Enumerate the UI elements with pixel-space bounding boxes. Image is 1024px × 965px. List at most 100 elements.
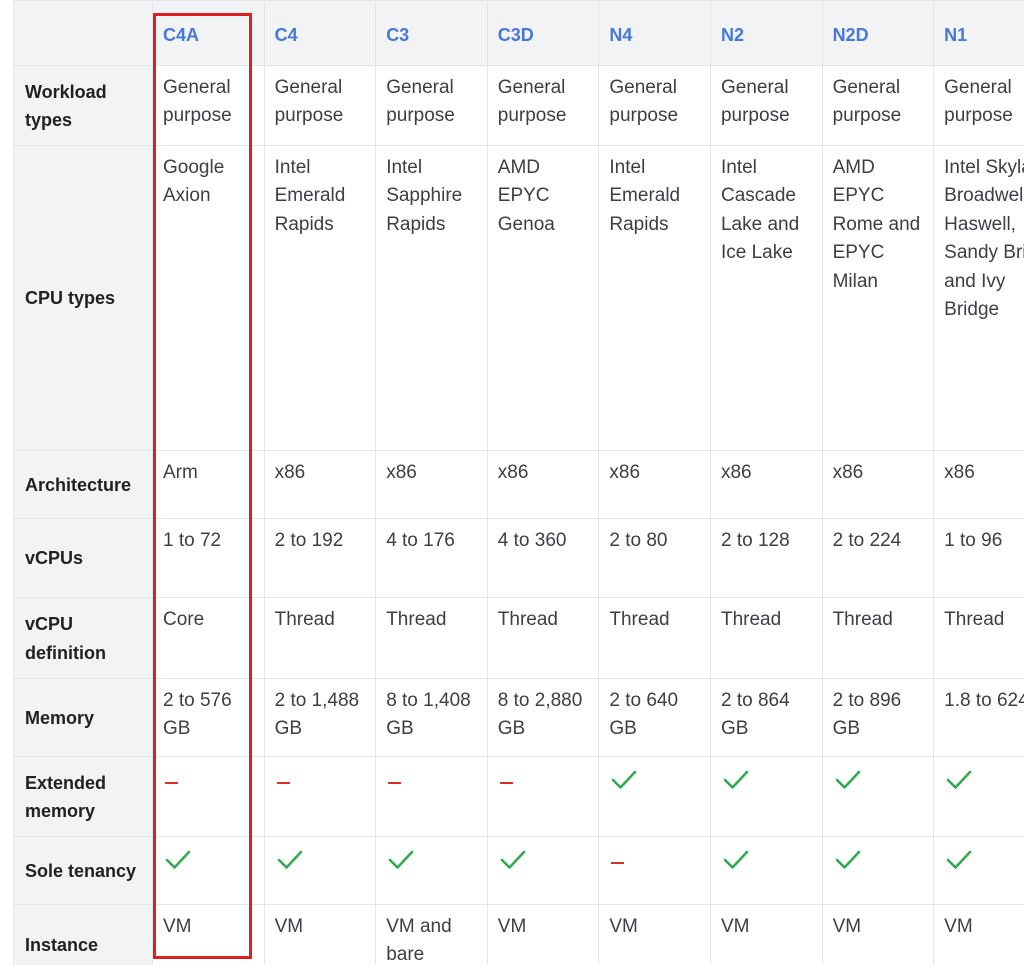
table-cell: 8 to 2,880 GB bbox=[486, 677, 600, 757]
column-header-n2: N2 bbox=[709, 0, 823, 66]
check-icon bbox=[946, 769, 972, 791]
table-cell bbox=[375, 755, 488, 837]
table-cell: 2 to 80 bbox=[598, 517, 711, 598]
table-cell: VM bbox=[152, 903, 265, 965]
check-icon bbox=[835, 769, 861, 791]
table-cell bbox=[263, 755, 377, 837]
table-cell: Thread bbox=[486, 596, 600, 679]
table-cell bbox=[486, 755, 600, 837]
table-cell: 2 to 224 bbox=[821, 517, 935, 598]
check-icon bbox=[723, 769, 749, 791]
table-cell: Intel Emerald Rapids bbox=[598, 144, 711, 451]
table-cell: x86 bbox=[263, 449, 377, 519]
table-cell: Intel Skylake, Broadwell, Haswell, Sandy… bbox=[933, 144, 1024, 451]
table-cell bbox=[933, 755, 1024, 837]
table-cell: 4 to 360 bbox=[486, 517, 600, 598]
column-header-c3d: C3D bbox=[486, 0, 600, 66]
table-cell: Thread bbox=[709, 596, 823, 679]
table-cell: x86 bbox=[598, 449, 711, 519]
table-cell: 1.8 to 624 GB bbox=[933, 677, 1024, 757]
dash-icon bbox=[499, 781, 513, 784]
table-cell: VM bbox=[598, 903, 711, 965]
table-cell: x86 bbox=[821, 449, 935, 519]
row-vcpu-definition: vCPU definition Core Thread Thread Threa… bbox=[13, 596, 1024, 679]
table-cell: 2 to 864 GB bbox=[709, 677, 823, 757]
table-cell: VM bbox=[486, 903, 600, 965]
table-cell bbox=[486, 835, 600, 905]
machine-series-comparison-table: C4A C4 C3 C3D N4 N2 N2D N1 Workload type… bbox=[13, 0, 1024, 965]
table-cell bbox=[152, 755, 265, 837]
table-cell: x86 bbox=[486, 449, 600, 519]
table-cell bbox=[598, 835, 711, 905]
table-cell bbox=[821, 835, 935, 905]
column-header-n1: N1 bbox=[933, 0, 1024, 66]
check-icon bbox=[388, 849, 414, 871]
dash-icon bbox=[165, 781, 178, 784]
table-cell: General purpose bbox=[709, 64, 823, 146]
table-cell bbox=[263, 835, 377, 905]
table-cell: x86 bbox=[375, 449, 488, 519]
table-cell: VM bbox=[933, 903, 1024, 965]
row-label-architecture: Architecture bbox=[13, 449, 153, 519]
check-icon bbox=[946, 849, 972, 871]
table-cell: AMD EPYC Rome and EPYC Milan bbox=[821, 144, 935, 451]
column-header-n4: N4 bbox=[598, 0, 711, 66]
dash-icon bbox=[388, 781, 402, 784]
table-cell: VM and bare bbox=[375, 903, 488, 965]
row-vcpus: vCPUs 1 to 72 2 to 192 4 to 176 4 to 360… bbox=[13, 517, 1024, 598]
table-cell: VM bbox=[709, 903, 823, 965]
row-label-memory: Memory bbox=[13, 677, 153, 757]
table-cell: Thread bbox=[263, 596, 377, 679]
row-label-workload-types: Workload types bbox=[13, 64, 153, 146]
table-cell bbox=[598, 755, 711, 837]
row-instance: Instance VM VM VM and bare VM VM VM VM V… bbox=[13, 903, 1024, 965]
row-label-sole-tenancy: Sole tenancy bbox=[13, 835, 153, 905]
table-cell: 1 to 72 bbox=[152, 517, 265, 598]
column-header-c3: C3 bbox=[375, 0, 488, 66]
table-cell bbox=[821, 755, 935, 837]
row-label-vcpus: vCPUs bbox=[13, 517, 153, 598]
table-cell: General purpose bbox=[598, 64, 711, 146]
row-label-cpu-types: CPU types bbox=[13, 144, 153, 451]
table-cell: General purpose bbox=[263, 64, 377, 146]
table-cell: Thread bbox=[821, 596, 935, 679]
table-cell: AMD EPYC Genoa bbox=[486, 144, 600, 451]
check-icon bbox=[165, 849, 191, 871]
table-cell bbox=[709, 835, 823, 905]
table-cell: Thread bbox=[375, 596, 488, 679]
table-cell: Intel Emerald Rapids bbox=[263, 144, 377, 451]
table-cell: General purpose bbox=[375, 64, 488, 146]
row-label-extended-memory: Extended memory bbox=[13, 755, 153, 837]
table-cell: Arm bbox=[152, 449, 265, 519]
table-cell: 2 to 896 GB bbox=[821, 677, 935, 757]
table-cell: General purpose bbox=[486, 64, 600, 146]
table-cell: Intel Sapphire Rapids bbox=[375, 144, 488, 451]
check-icon bbox=[835, 849, 861, 871]
table-cell: Core bbox=[152, 596, 265, 679]
table-cell: General purpose bbox=[821, 64, 935, 146]
table-cell bbox=[375, 835, 488, 905]
row-architecture: Architecture Arm x86 x86 x86 x86 x86 x86… bbox=[13, 449, 1024, 519]
table-cell: 8 to 1,408 GB bbox=[375, 677, 488, 757]
table-cell: Thread bbox=[598, 596, 711, 679]
table-cell: 2 to 1,488 GB bbox=[263, 677, 377, 757]
table-cell: Google Axion bbox=[152, 144, 265, 451]
table-cell: 4 to 176 bbox=[375, 517, 488, 598]
row-memory: Memory 2 to 576 GB 2 to 1,488 GB 8 to 1,… bbox=[13, 677, 1024, 757]
table-cell: 1 to 96 bbox=[933, 517, 1024, 598]
table-cell: Intel Cascade Lake and Ice Lake bbox=[709, 144, 823, 451]
table-cell: 2 to 576 GB bbox=[152, 677, 265, 757]
table-cell bbox=[709, 755, 823, 837]
row-workload-types: Workload types General purpose General p… bbox=[13, 64, 1024, 146]
table-cell: x86 bbox=[709, 449, 823, 519]
header-corner-cell bbox=[13, 0, 153, 66]
dash-icon bbox=[276, 781, 290, 784]
table-cell: 2 to 192 bbox=[263, 517, 377, 598]
column-header-c4: C4 bbox=[263, 0, 377, 66]
row-extended-memory: Extended memory bbox=[13, 755, 1024, 837]
table-cell: General purpose bbox=[152, 64, 265, 146]
check-icon bbox=[723, 849, 749, 871]
table-cell bbox=[933, 835, 1024, 905]
comparison-viewport: C4A C4 C3 C3D N4 N2 N2D N1 Workload type… bbox=[0, 0, 1024, 965]
header-row: C4A C4 C3 C3D N4 N2 N2D N1 bbox=[13, 0, 1024, 66]
